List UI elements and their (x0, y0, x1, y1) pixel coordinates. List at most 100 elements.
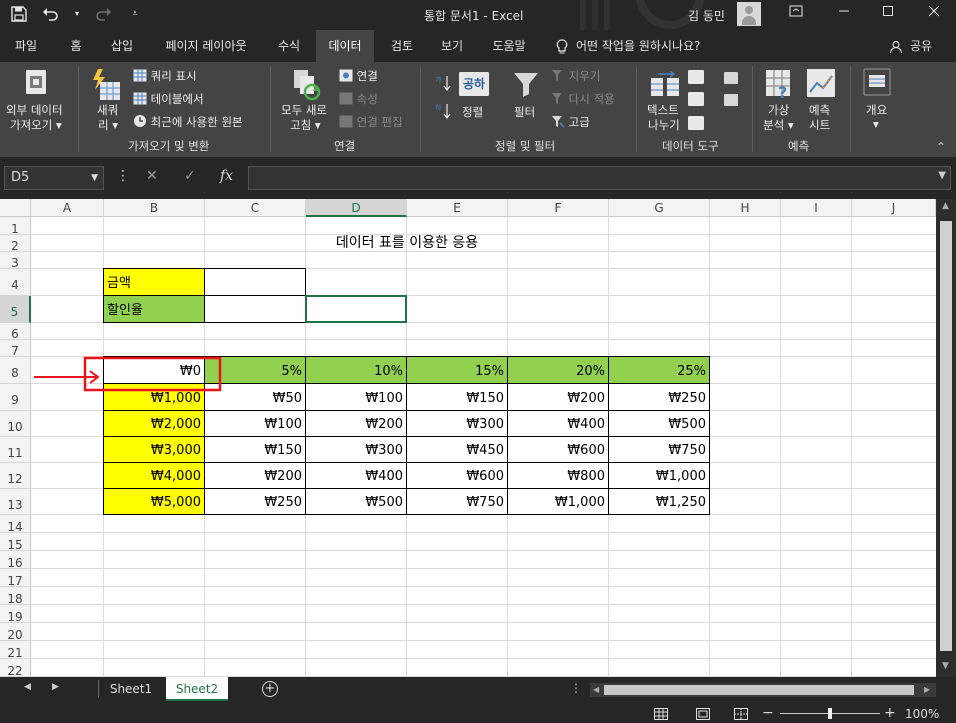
table-value-cell[interactable]: ₩600 (507, 436, 609, 463)
table-value-cell[interactable]: ₩100 (204, 410, 306, 437)
rate-header-cell[interactable]: 5% (204, 356, 306, 384)
discount-rate-label[interactable]: 할인율 (103, 295, 205, 323)
vertical-scrollbar[interactable]: ▲ ▼ (936, 199, 956, 677)
sort-descending-icon[interactable]: 하 (434, 102, 452, 123)
row-header-6[interactable]: 6 (0, 323, 31, 341)
row-header-10[interactable]: 10 (0, 411, 31, 437)
table-value-cell[interactable]: ₩300 (406, 410, 508, 437)
from-table-button[interactable]: 테이블에서 (133, 91, 204, 107)
row-header-17[interactable]: 17 (0, 569, 31, 588)
table-value-cell[interactable]: ₩1,250 (608, 488, 710, 515)
cancel-icon[interactable]: ✕ (146, 168, 158, 184)
tab-insert[interactable]: 삽입 (100, 30, 144, 62)
tab-home[interactable]: 홈 (56, 30, 96, 62)
share-button[interactable]: 공유 (906, 30, 936, 62)
table-value-cell[interactable]: ₩300 (305, 436, 407, 463)
tab-view[interactable]: 보기 (430, 30, 474, 62)
customize-qat-icon[interactable]: ⩡ (126, 6, 144, 26)
enter-icon[interactable]: ✓ (184, 168, 196, 184)
page-break-view-icon[interactable] (734, 708, 748, 723)
amount-header-cell[interactable]: ₩1,000 (103, 383, 205, 411)
normal-view-icon[interactable] (654, 708, 668, 723)
column-header-d[interactable]: D (306, 199, 407, 217)
add-sheet-icon[interactable]: + (262, 681, 278, 697)
table-corner-cell[interactable]: ₩0 (103, 356, 205, 384)
tab-formulas[interactable]: 수식 (268, 30, 310, 62)
tab-page-layout[interactable]: 페이지 레이아웃 (148, 30, 264, 62)
close-icon[interactable] (924, 4, 944, 24)
ribbon-display-icon[interactable] (786, 4, 806, 24)
table-value-cell[interactable]: ₩1,000 (608, 462, 710, 489)
column-header-b[interactable]: B (104, 199, 205, 217)
table-value-cell[interactable]: ₩600 (406, 462, 508, 489)
table-value-cell[interactable]: ₩400 (507, 410, 609, 437)
row-header-5[interactable]: 5 (0, 296, 31, 323)
relationships-icon[interactable] (724, 94, 738, 106)
rate-header-cell[interactable]: 15% (406, 356, 508, 384)
show-queries-button[interactable]: 쿼리 표시 (133, 68, 197, 84)
row-header-11[interactable]: 11 (0, 437, 31, 463)
discount-rate-value-cell[interactable] (204, 295, 306, 323)
next-sheet-icon[interactable]: ▶ (52, 682, 59, 692)
connections-button[interactable]: 연결 (339, 68, 378, 84)
column-header-h[interactable]: H (710, 199, 781, 217)
amount-value-cell[interactable] (204, 268, 306, 296)
amount-header-cell[interactable]: ₩3,000 (103, 436, 205, 463)
rate-header-cell[interactable]: 25% (608, 356, 710, 384)
redo-icon[interactable] (94, 6, 112, 26)
scrollbar-thumb[interactable] (940, 221, 952, 651)
rate-header-cell[interactable]: 20% (507, 356, 609, 384)
zoom-in-icon[interactable]: + (884, 705, 896, 721)
zoom-slider-thumb[interactable] (828, 708, 832, 719)
table-value-cell[interactable]: ₩750 (406, 488, 508, 515)
scrollbar-thumb[interactable] (604, 685, 914, 695)
column-header-f[interactable]: F (508, 199, 609, 217)
scroll-up-icon[interactable]: ▲ (942, 201, 949, 211)
zoom-level[interactable]: 100% (905, 707, 939, 721)
table-value-cell[interactable]: ₩800 (507, 462, 609, 489)
amount-header-cell[interactable]: ₩5,000 (103, 488, 205, 515)
avatar[interactable] (737, 2, 761, 26)
tab-data[interactable]: 데이터 (316, 30, 374, 62)
name-box[interactable]: D5 ▼ (4, 166, 104, 190)
amount-header-cell[interactable]: ₩2,000 (103, 410, 205, 437)
undo-dropdown-icon[interactable]: ▾ (74, 6, 80, 26)
row-header-8[interactable]: 8 (0, 357, 31, 384)
row-header-13[interactable]: 13 (0, 489, 31, 515)
row-header-18[interactable]: 18 (0, 587, 31, 606)
row-header-1[interactable]: 1 (0, 217, 31, 236)
table-value-cell[interactable]: ₩150 (406, 383, 508, 411)
expand-formula-icon[interactable]: ▼ (938, 170, 946, 181)
table-value-cell[interactable]: ₩200 (204, 462, 306, 489)
row-header-3[interactable]: 3 (0, 252, 31, 270)
table-value-cell[interactable]: ₩250 (204, 488, 306, 515)
minimize-icon[interactable] (834, 4, 854, 24)
name-box-dropdown-icon[interactable]: ▼ (91, 167, 98, 189)
prev-sheet-icon[interactable]: ◀ (24, 682, 31, 692)
row-header-19[interactable]: 19 (0, 605, 31, 624)
column-header-i[interactable]: I (781, 199, 852, 217)
formula-input[interactable]: ▼ (248, 166, 951, 190)
table-value-cell[interactable]: ₩250 (608, 383, 710, 411)
page-layout-view-icon[interactable] (696, 708, 710, 723)
edit-links-button[interactable]: 연결 편집 (339, 114, 403, 130)
scroll-right-icon[interactable]: ▶ (924, 683, 930, 697)
formula-options-icon[interactable]: ⋮ (116, 168, 130, 184)
column-header-e[interactable]: E (407, 199, 508, 217)
table-value-cell[interactable]: ₩750 (608, 436, 710, 463)
table-value-cell[interactable]: ₩200 (507, 383, 609, 411)
undo-icon[interactable] (42, 6, 60, 26)
zoom-out-icon[interactable]: − (762, 705, 774, 721)
rate-header-cell[interactable]: 10% (305, 356, 407, 384)
flash-fill-icon[interactable] (688, 70, 704, 84)
row-header-15[interactable]: 15 (0, 533, 31, 552)
table-value-cell[interactable]: ₩1,000 (507, 488, 609, 515)
row-header-2[interactable]: 2 (0, 235, 31, 253)
table-value-cell[interactable]: ₩400 (305, 462, 407, 489)
column-header-j[interactable]: J (852, 199, 936, 217)
table-value-cell[interactable]: ₩100 (305, 383, 407, 411)
save-icon[interactable] (10, 6, 28, 26)
column-header-a[interactable]: A (31, 199, 104, 217)
consolidate-icon[interactable] (724, 72, 738, 84)
data-validation-icon[interactable] (688, 116, 704, 130)
